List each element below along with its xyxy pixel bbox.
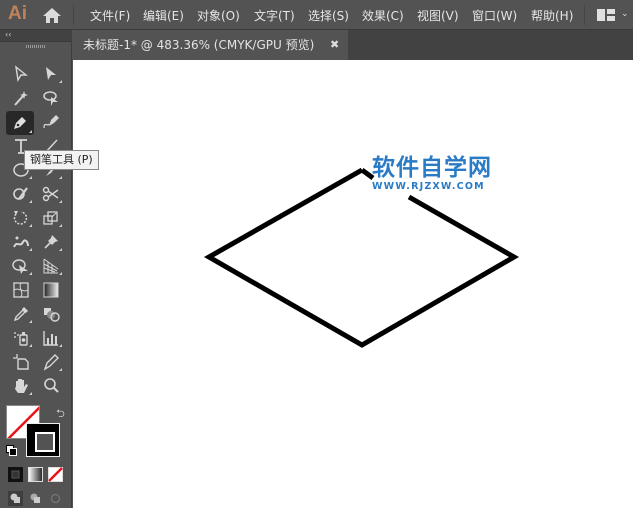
zoom-tool[interactable]: [38, 375, 64, 397]
rotate-tool[interactable]: [8, 207, 34, 229]
menu-file[interactable]: 文件(F): [90, 7, 130, 24]
selection-arrow-icon: [15, 65, 28, 83]
eyedropper-icon: [13, 306, 29, 322]
symbol-sprayer-tool[interactable]: [8, 327, 34, 349]
gradient-mode-button[interactable]: [28, 467, 43, 482]
pen-tool[interactable]: [6, 111, 34, 135]
watermark: 软件自学网 WWW.RJZXW.COM: [372, 155, 492, 192]
document-tab[interactable]: 未标题-1* @ 483.36% (CMYK/GPU 预览) ✖: [73, 30, 348, 60]
puppet-warp-icon: [13, 236, 29, 248]
magnifier-icon: [44, 378, 59, 393]
tools-panel: ‹‹ 钢笔工具 (P) ⮌: [0, 30, 99, 508]
menu-help[interactable]: 帮助(H): [531, 7, 573, 24]
default-fill-stroke-icon[interactable]: [6, 445, 17, 456]
free-transform-tool[interactable]: [8, 255, 34, 277]
slice-knife-icon: [43, 354, 59, 371]
none-mode-button[interactable]: [48, 467, 63, 482]
diamond-path[interactable]: [203, 167, 520, 348]
hand-tool[interactable]: [8, 375, 34, 397]
mesh-icon: [13, 282, 29, 298]
watermark-cn: 软件自学网: [372, 155, 492, 181]
pen-icon: [14, 117, 26, 129]
home-icon[interactable]: [42, 7, 62, 24]
artwork: [203, 167, 520, 348]
menu-effect[interactable]: 效果(C): [362, 7, 404, 24]
watermark-en: WWW.RJZXW.COM: [372, 181, 485, 192]
chevron-down-icon[interactable]: ⌄: [621, 9, 629, 19]
symbol-sprayer-icon: [14, 332, 28, 346]
gradient-tool[interactable]: [38, 279, 64, 301]
magic-wand-tool[interactable]: [8, 87, 34, 109]
draw-inside-icon[interactable]: [48, 491, 63, 506]
slice-tool[interactable]: [38, 351, 64, 373]
panel-grip[interactable]: [26, 45, 46, 48]
scissors-icon: [42, 186, 59, 202]
menu-bar: Ai 文件(F) 编辑(E) 对象(O) 文字(T) 选择(S) 效果(C) 视…: [0, 0, 633, 30]
document-tab-title: 未标题-1* @ 483.36% (CMYK/GPU 预览): [83, 38, 315, 52]
collapse-icon[interactable]: ‹‹: [5, 30, 11, 39]
tool-tooltip: 钢笔工具 (P): [24, 150, 99, 170]
draw-behind-icon[interactable]: [28, 491, 43, 506]
shaper-icon: [13, 187, 28, 200]
document-tab-bar: 未标题-1* @ 483.36% (CMYK/GPU 预览) ✖: [73, 30, 633, 60]
eyedropper-tool[interactable]: [8, 303, 34, 325]
fill-stroke-control: ⮌: [6, 405, 66, 457]
menu-select[interactable]: 选择(S): [308, 7, 349, 24]
free-transform-icon: [12, 259, 28, 274]
color-mode-button[interactable]: [8, 467, 23, 482]
direct-selection-tool[interactable]: [38, 63, 64, 85]
swap-fill-stroke-icon[interactable]: ⮌: [56, 405, 65, 424]
menu-window[interactable]: 窗口(W): [472, 7, 517, 24]
artboard-tool[interactable]: [8, 351, 34, 373]
artboard-canvas[interactable]: [73, 60, 633, 508]
perspective-grid-tool[interactable]: [38, 255, 64, 277]
blend-tool[interactable]: [38, 303, 64, 325]
direct-selection-arrow-icon: [46, 67, 56, 80]
column-graph-tool[interactable]: [38, 327, 64, 349]
perspective-grid-icon: [43, 258, 59, 274]
shaper-tool[interactable]: [8, 183, 34, 205]
menu-view[interactable]: 视图(V): [417, 7, 459, 24]
scale-icon: [43, 211, 58, 225]
app-logo: Ai: [8, 3, 27, 24]
draw-normal-icon[interactable]: [8, 491, 23, 506]
blend-icon: [44, 308, 60, 322]
selection-tool[interactable]: [8, 63, 34, 85]
gradient-icon: [43, 282, 59, 298]
pin-tool[interactable]: [38, 231, 64, 253]
mesh-tool[interactable]: [8, 279, 34, 301]
scale-tool[interactable]: [38, 207, 64, 229]
pin-icon: [44, 235, 58, 249]
menu-object[interactable]: 对象(O): [197, 7, 240, 24]
artboard-icon: [13, 354, 29, 370]
curvature-pen-icon: [43, 115, 59, 129]
tools-panel-header[interactable]: ‹‹: [0, 30, 72, 42]
column-graph-icon: [43, 331, 58, 346]
menu-separator: [73, 5, 74, 25]
menu-edit[interactable]: 编辑(E): [143, 7, 184, 24]
lasso-icon: [43, 91, 58, 106]
hand-icon: [15, 379, 28, 393]
scissors-tool[interactable]: [38, 183, 64, 205]
curvature-tool[interactable]: [38, 111, 64, 133]
lasso-tool[interactable]: [38, 87, 64, 109]
rotate-icon: [13, 211, 28, 225]
puppet-warp-tool[interactable]: [8, 231, 34, 253]
menu-separator: [584, 5, 585, 25]
close-icon[interactable]: ✖: [330, 30, 339, 60]
menu-type[interactable]: 文字(T): [254, 7, 295, 24]
stroke-swatch[interactable]: [26, 423, 60, 457]
workspace-layout-icon[interactable]: [597, 9, 615, 21]
magic-wand-icon: [14, 91, 28, 106]
